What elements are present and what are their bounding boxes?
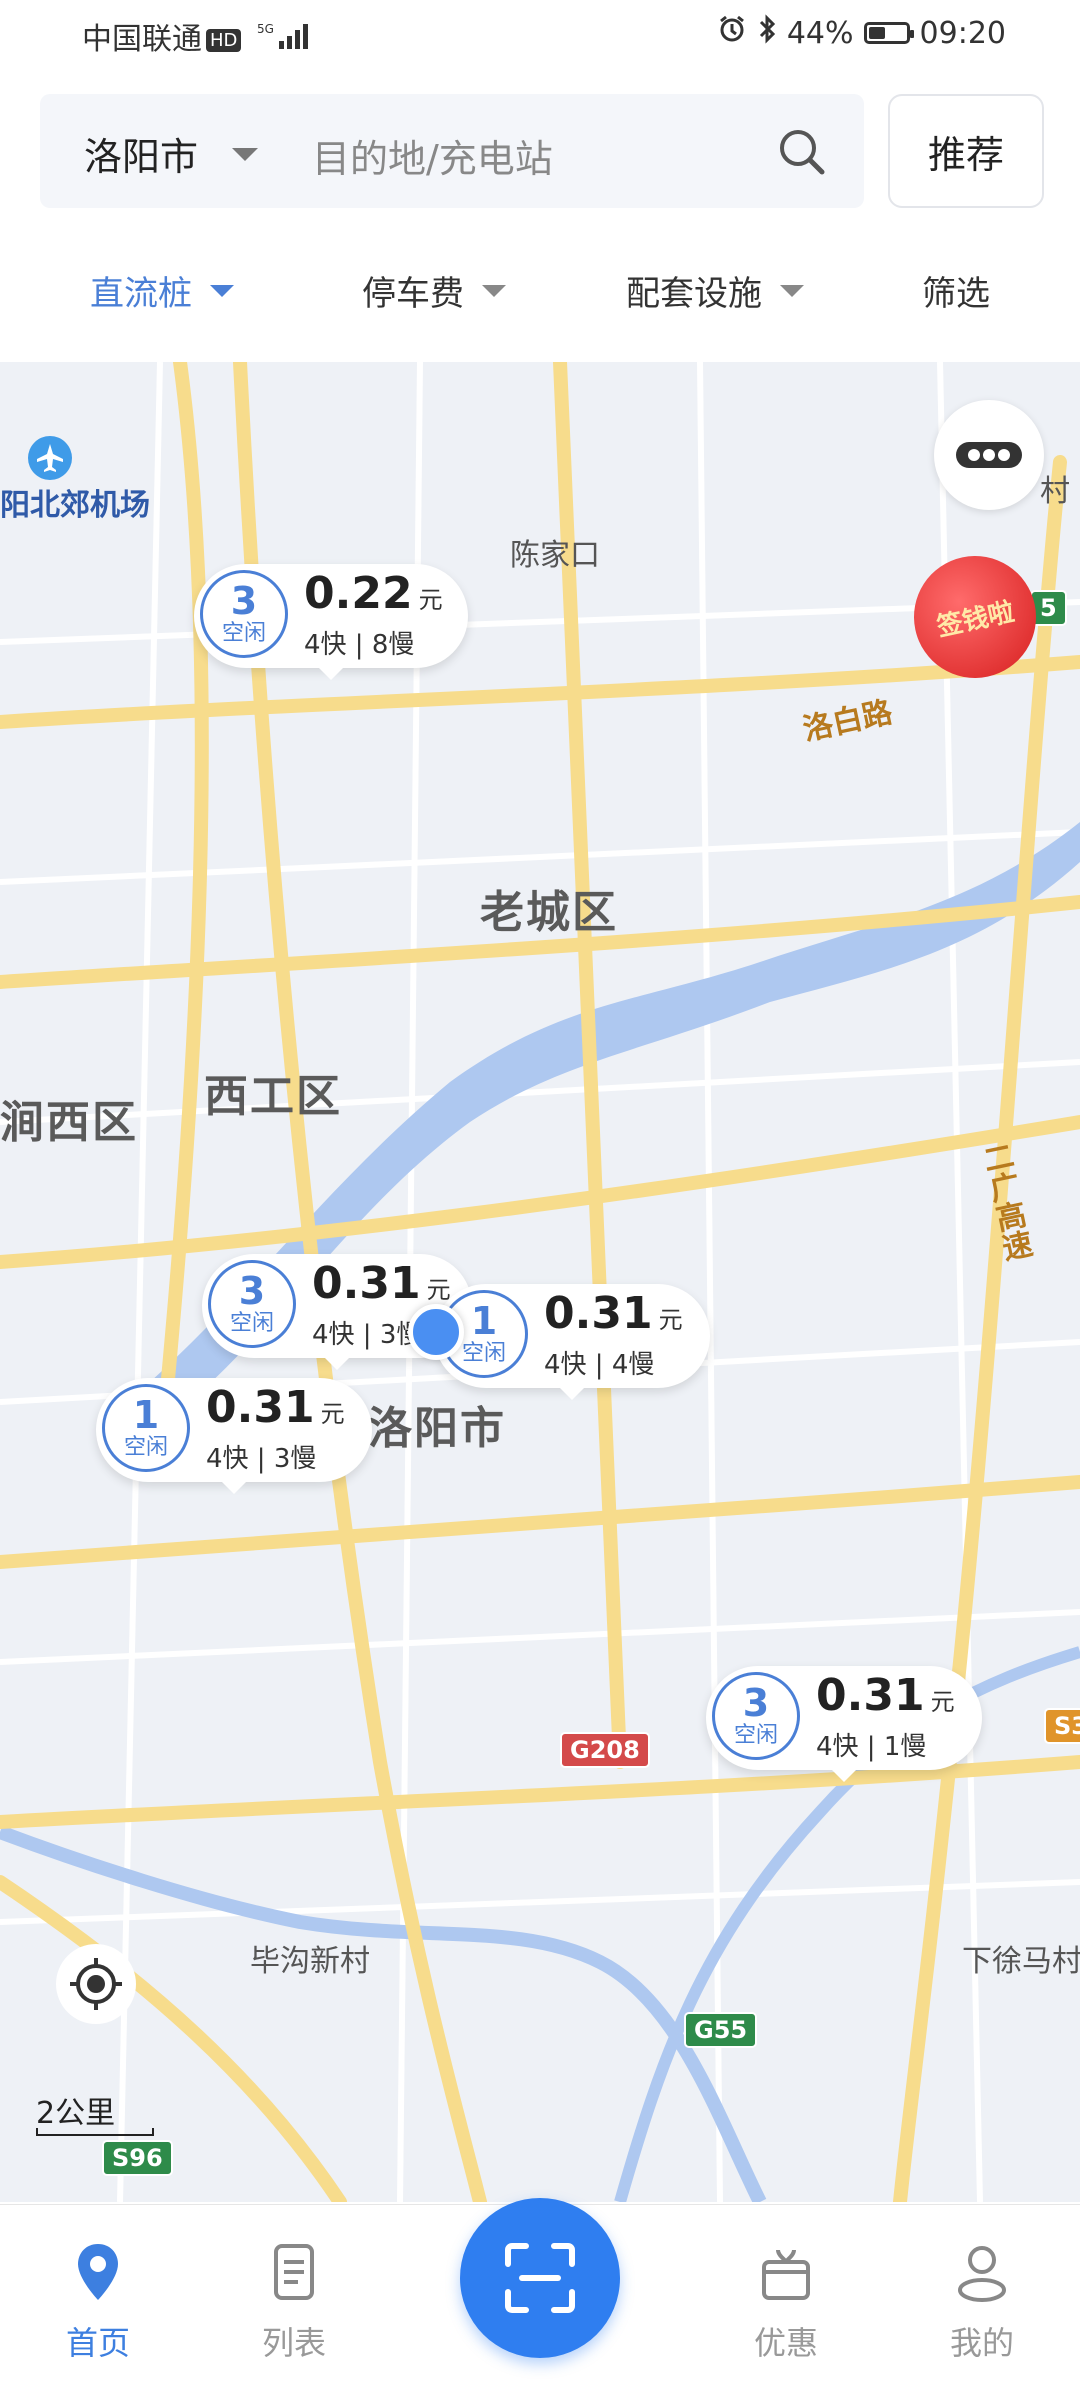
- xigong-district-label: 西工区: [204, 1071, 342, 1122]
- price-value: 0.22: [304, 568, 413, 619]
- user-icon: [958, 2246, 1006, 2302]
- price-unit: 元: [658, 1306, 683, 1334]
- available-count-circle: 3 空闲: [712, 1672, 800, 1760]
- price-value: 0.31: [206, 1382, 315, 1433]
- airport-label: 阳北郊机场: [0, 488, 150, 523]
- nav-offers[interactable]: 优惠: [716, 2240, 856, 2364]
- scan-button[interactable]: [460, 2198, 620, 2358]
- status-right: 44% 09:20: [717, 14, 1006, 52]
- charging-station-marker[interactable]: 3 空闲 0.22 元 4快 | 8慢: [194, 564, 468, 680]
- price-unit: 元: [418, 586, 443, 614]
- chevron-down-icon: [482, 284, 506, 297]
- filter-label: 直流桩: [90, 274, 192, 314]
- gift-icon: [762, 2249, 810, 2300]
- nav-profile[interactable]: 我的: [912, 2240, 1052, 2364]
- status-label: 空闲: [221, 621, 266, 646]
- chevron-down-icon: [780, 284, 804, 297]
- price: 0.31 元: [816, 1670, 955, 1721]
- battery-icon: [863, 22, 914, 44]
- road-shield-s96: S96: [102, 2140, 173, 2176]
- filter-more[interactable]: 筛选: [922, 266, 990, 315]
- nav-home[interactable]: 首页: [28, 2240, 168, 2364]
- hd-badge: HD: [206, 29, 242, 52]
- status-bar: 中国联通 HD 5G 44% 09:20: [0, 0, 1080, 72]
- charger-detail: 4快 | 8慢: [304, 630, 415, 660]
- battery-percent: 44%: [786, 15, 854, 51]
- clock: 09:20: [919, 15, 1006, 51]
- location-pin-icon: [78, 2244, 118, 2300]
- charging-station-marker[interactable]: 3 空闲 0.31 元 4快 | 1慢: [706, 1666, 982, 1782]
- price-value: 0.31: [816, 1670, 925, 1721]
- available-count-circle: 3 空闲: [200, 570, 288, 658]
- filter-label: 停车费: [362, 274, 464, 314]
- bigou-village-label: 毕沟新村: [250, 1944, 370, 1979]
- nav-label: 首页: [65, 2324, 130, 2362]
- recommend-button[interactable]: 推荐: [888, 94, 1044, 208]
- nav-list[interactable]: 列表: [224, 2240, 364, 2364]
- price: 0.31 元: [544, 1288, 683, 1339]
- status-label: 空闲: [229, 1311, 274, 1336]
- airport-icon: [28, 436, 72, 480]
- village-label: 村: [1040, 474, 1070, 509]
- status-label: 空闲: [123, 1435, 168, 1460]
- alarm-icon: [717, 14, 747, 52]
- filter-label: 筛选: [922, 274, 990, 314]
- available-count: 3: [230, 579, 258, 623]
- price: 0.31 元: [312, 1258, 451, 1309]
- road-shield-g208: G208: [560, 1732, 650, 1768]
- locate-me-button[interactable]: [56, 1944, 136, 2024]
- bluetooth-icon: [757, 14, 777, 52]
- road-shield-g55: G55: [684, 2012, 758, 2048]
- price-value: 0.31: [312, 1258, 421, 1309]
- road-shield-s3: S3: [1044, 1708, 1080, 1744]
- search-icon[interactable]: [776, 126, 828, 178]
- nav-label: 列表: [261, 2324, 326, 2362]
- nav-label: 优惠: [753, 2324, 818, 2362]
- map-scale-label: 2公里: [36, 2096, 116, 2131]
- available-count: 3: [742, 1681, 770, 1725]
- charging-station-marker[interactable]: 1 空闲 0.31 元 4快 | 4慢: [434, 1284, 710, 1400]
- charger-detail: 4快 | 4慢: [544, 1350, 655, 1380]
- filter-label: 配套设施: [626, 274, 762, 314]
- luoyang-city-label: 洛阳市: [368, 1403, 506, 1454]
- target-icon: [70, 1958, 122, 2010]
- list-icon: [274, 2244, 314, 2300]
- charger-detail: 4快 | 3慢: [312, 1320, 423, 1350]
- available-count-circle: 1 空闲: [102, 1384, 190, 1472]
- scan-icon: [505, 2243, 575, 2313]
- available-count: 3: [238, 1269, 266, 1313]
- city-selector[interactable]: 洛阳市: [84, 126, 198, 181]
- price-value: 0.31: [544, 1288, 653, 1339]
- filter-dc-charger[interactable]: 直流桩: [90, 266, 234, 315]
- carrier-name: 中国联通: [82, 22, 202, 57]
- available-count: 1: [132, 1393, 160, 1437]
- available-count-circle: 3 空闲: [208, 1260, 296, 1348]
- more-options-button[interactable]: [934, 400, 1044, 510]
- nav-label: 我的: [949, 2324, 1014, 2362]
- map-scale-bar: [36, 2128, 154, 2136]
- chevron-down-icon[interactable]: [232, 148, 258, 161]
- charging-station-marker[interactable]: 1 空闲 0.31 元 4快 | 3慢: [96, 1378, 372, 1494]
- jianxi-district-label: 涧西区: [0, 1097, 138, 1148]
- more-icon: [956, 442, 1022, 468]
- status-label: 空闲: [733, 1723, 778, 1748]
- signal-icon: 5G: [257, 21, 313, 59]
- xiaxuma-village-label: 下徐马村: [962, 1944, 1080, 1979]
- chevron-down-icon: [210, 284, 234, 297]
- charger-detail: 4快 | 3慢: [206, 1444, 317, 1474]
- price-unit: 元: [930, 1688, 955, 1716]
- filter-facilities[interactable]: 配套设施: [626, 266, 804, 315]
- carrier-info: 中国联通 HD 5G: [82, 14, 313, 59]
- filter-parking-fee[interactable]: 停车费: [362, 266, 506, 315]
- charger-detail: 4快 | 1慢: [816, 1732, 927, 1762]
- current-location-dot: [408, 1304, 464, 1360]
- laocheng-district-label: 老城区: [480, 887, 618, 938]
- chenjiakou-label: 陈家口: [510, 538, 600, 573]
- destination-input[interactable]: 目的地/充电站: [312, 128, 553, 183]
- price-unit: 元: [320, 1400, 345, 1428]
- price: 0.22 元: [304, 568, 443, 619]
- price: 0.31 元: [206, 1382, 345, 1433]
- network-type-text: 5G: [257, 22, 274, 36]
